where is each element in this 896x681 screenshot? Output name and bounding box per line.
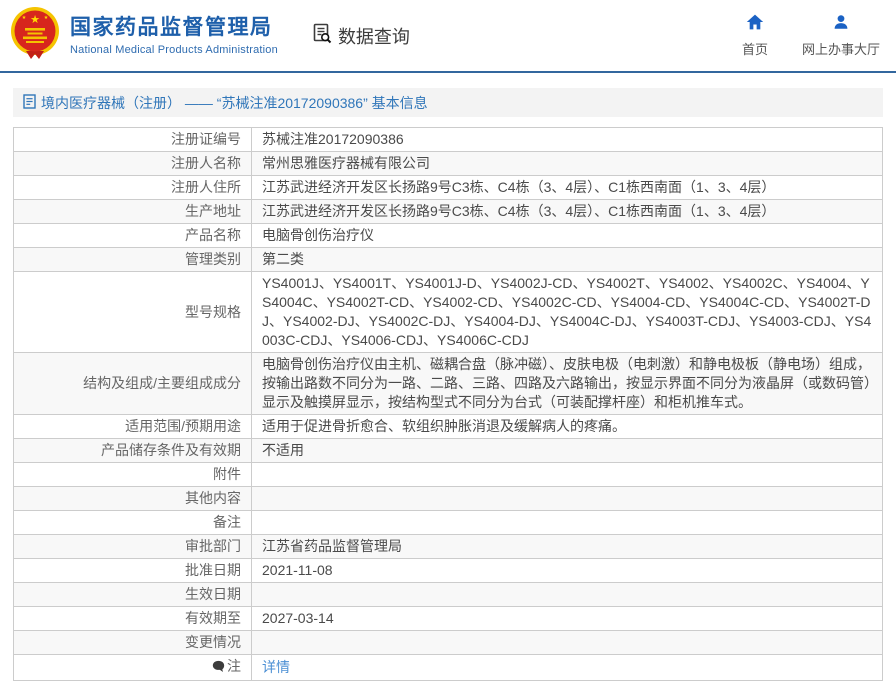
- document-icon: [23, 94, 41, 112]
- row-value: 第二类: [252, 248, 883, 272]
- row-label: 注册证编号: [14, 128, 252, 152]
- row-label: 附件: [14, 463, 252, 487]
- org-name-en: National Medical Products Administration: [70, 44, 278, 56]
- info-table-body: 注册证编号苏械注准20172090386注册人名称常州思雅医疗器械有限公司注册人…: [14, 128, 883, 681]
- row-label: 有效期至: [14, 607, 252, 631]
- breadcrumb: 境内医疗器械（注册） —— “苏械注准20172090386” 基本信息: [13, 88, 883, 117]
- nav-service-hall-label: 网上办事大厅: [802, 39, 880, 58]
- row-value: 2021-11-08: [252, 559, 883, 583]
- row-label: 审批部门: [14, 535, 252, 559]
- table-row: 适用范围/预期用途适用于促进骨折愈合、软组织肿胀消退及缓解病人的疼痛。: [14, 415, 883, 439]
- row-value: 2027-03-14: [252, 607, 883, 631]
- row-label: 结构及组成/主要组成成分: [14, 353, 252, 415]
- row-value: 江苏省药品监督管理局: [252, 535, 883, 559]
- data-query-icon: [310, 21, 338, 50]
- main-content: 境内医疗器械（注册） —— “苏械注准20172090386” 基本信息 注册证…: [13, 88, 883, 681]
- row-label: 型号规格: [14, 272, 252, 353]
- top-nav: 首页 网上办事大厅: [742, 13, 880, 58]
- table-row: 注册证编号苏械注准20172090386: [14, 128, 883, 152]
- row-label: 产品储存条件及有效期: [14, 439, 252, 463]
- table-row: 其他内容: [14, 487, 883, 511]
- table-row: 注册人名称常州思雅医疗器械有限公司: [14, 152, 883, 176]
- row-value: [252, 511, 883, 535]
- logo-block[interactable]: ★ ★ ★ 国家药品监督管理局 National Medical Product…: [10, 6, 278, 65]
- row-label: 注: [14, 655, 252, 681]
- row-value: [252, 463, 883, 487]
- row-label: 产品名称: [14, 224, 252, 248]
- home-icon: [745, 13, 765, 36]
- table-row: 结构及组成/主要组成成分电脑骨创伤治疗仪由主机、磁耦合盘（脉冲磁）、皮肤电极（电…: [14, 353, 883, 415]
- row-label: 备注: [14, 511, 252, 535]
- table-row: 注册人住所江苏武进经济开发区长扬路9号C3栋、C4栋（3、4层）、C1栋西南面（…: [14, 176, 883, 200]
- table-row: 变更情况: [14, 631, 883, 655]
- row-label: 批准日期: [14, 559, 252, 583]
- row-label: 管理类别: [14, 248, 252, 272]
- table-row: 产品储存条件及有效期不适用: [14, 439, 883, 463]
- breadcrumb-text: 境内医疗器械（注册） —— “苏械注准20172090386” 基本信息: [41, 93, 428, 113]
- table-row: 附件: [14, 463, 883, 487]
- data-query-label: 数据查询: [338, 23, 410, 49]
- svg-text:★: ★: [22, 15, 27, 21]
- table-row: 生效日期: [14, 583, 883, 607]
- table-row: 备注: [14, 511, 883, 535]
- row-value: 苏械注准20172090386: [252, 128, 883, 152]
- row-value: [252, 487, 883, 511]
- info-table: 注册证编号苏械注准20172090386注册人名称常州思雅医疗器械有限公司注册人…: [13, 127, 883, 681]
- row-label: 变更情况: [14, 631, 252, 655]
- table-row: 生产地址江苏武进经济开发区长扬路9号C3栋、C4栋（3、4层）、C1栋西南面（1…: [14, 200, 883, 224]
- row-label: 生效日期: [14, 583, 252, 607]
- org-name: 国家药品监督管理局: [70, 15, 278, 41]
- table-row: 审批部门江苏省药品监督管理局: [14, 535, 883, 559]
- row-label: 生产地址: [14, 200, 252, 224]
- nav-service-hall[interactable]: 网上办事大厅: [802, 13, 880, 58]
- table-row: 型号规格YS4001J、YS4001T、YS4001J-D、YS4002J-CD…: [14, 272, 883, 353]
- row-value: 江苏武进经济开发区长扬路9号C3栋、C4栋（3、4层）、C1栋西南面（1、3、4…: [252, 200, 883, 224]
- user-icon: [832, 13, 850, 36]
- nav-home-label: 首页: [742, 39, 768, 58]
- row-label: 注册人住所: [14, 176, 252, 200]
- row-value: 常州思雅医疗器械有限公司: [252, 152, 883, 176]
- row-value: YS4001J、YS4001T、YS4001J-D、YS4002J-CD、YS4…: [252, 272, 883, 353]
- nav-home[interactable]: 首页: [742, 13, 768, 58]
- row-value: 详情: [252, 655, 883, 681]
- detail-link[interactable]: 详情: [262, 659, 290, 675]
- row-label: 注册人名称: [14, 152, 252, 176]
- row-label: 其他内容: [14, 487, 252, 511]
- row-value: 不适用: [252, 439, 883, 463]
- comment-icon: [212, 659, 225, 678]
- row-value: [252, 631, 883, 655]
- table-row: 注详情: [14, 655, 883, 681]
- data-query-link[interactable]: 数据查询: [310, 21, 410, 50]
- table-row: 产品名称电脑骨创伤治疗仪: [14, 224, 883, 248]
- table-row: 管理类别第二类: [14, 248, 883, 272]
- row-value: 江苏武进经济开发区长扬路9号C3栋、C4栋（3、4层）、C1栋西南面（1、3、4…: [252, 176, 883, 200]
- table-row: 有效期至2027-03-14: [14, 607, 883, 631]
- svg-text:★: ★: [44, 15, 49, 21]
- row-value: 电脑骨创伤治疗仪: [252, 224, 883, 248]
- table-row: 批准日期2021-11-08: [14, 559, 883, 583]
- row-value: 适用于促进骨折愈合、软组织肿胀消退及缓解病人的疼痛。: [252, 415, 883, 439]
- national-emblem-icon: ★ ★ ★: [10, 6, 60, 65]
- row-value: [252, 583, 883, 607]
- svg-text:★: ★: [30, 14, 40, 26]
- site-header: ★ ★ ★ 国家药品监督管理局 National Medical Product…: [0, 0, 896, 73]
- row-label: 适用范围/预期用途: [14, 415, 252, 439]
- row-value: 电脑骨创伤治疗仪由主机、磁耦合盘（脉冲磁）、皮肤电极（电刺激）和静电极板（静电场…: [252, 353, 883, 415]
